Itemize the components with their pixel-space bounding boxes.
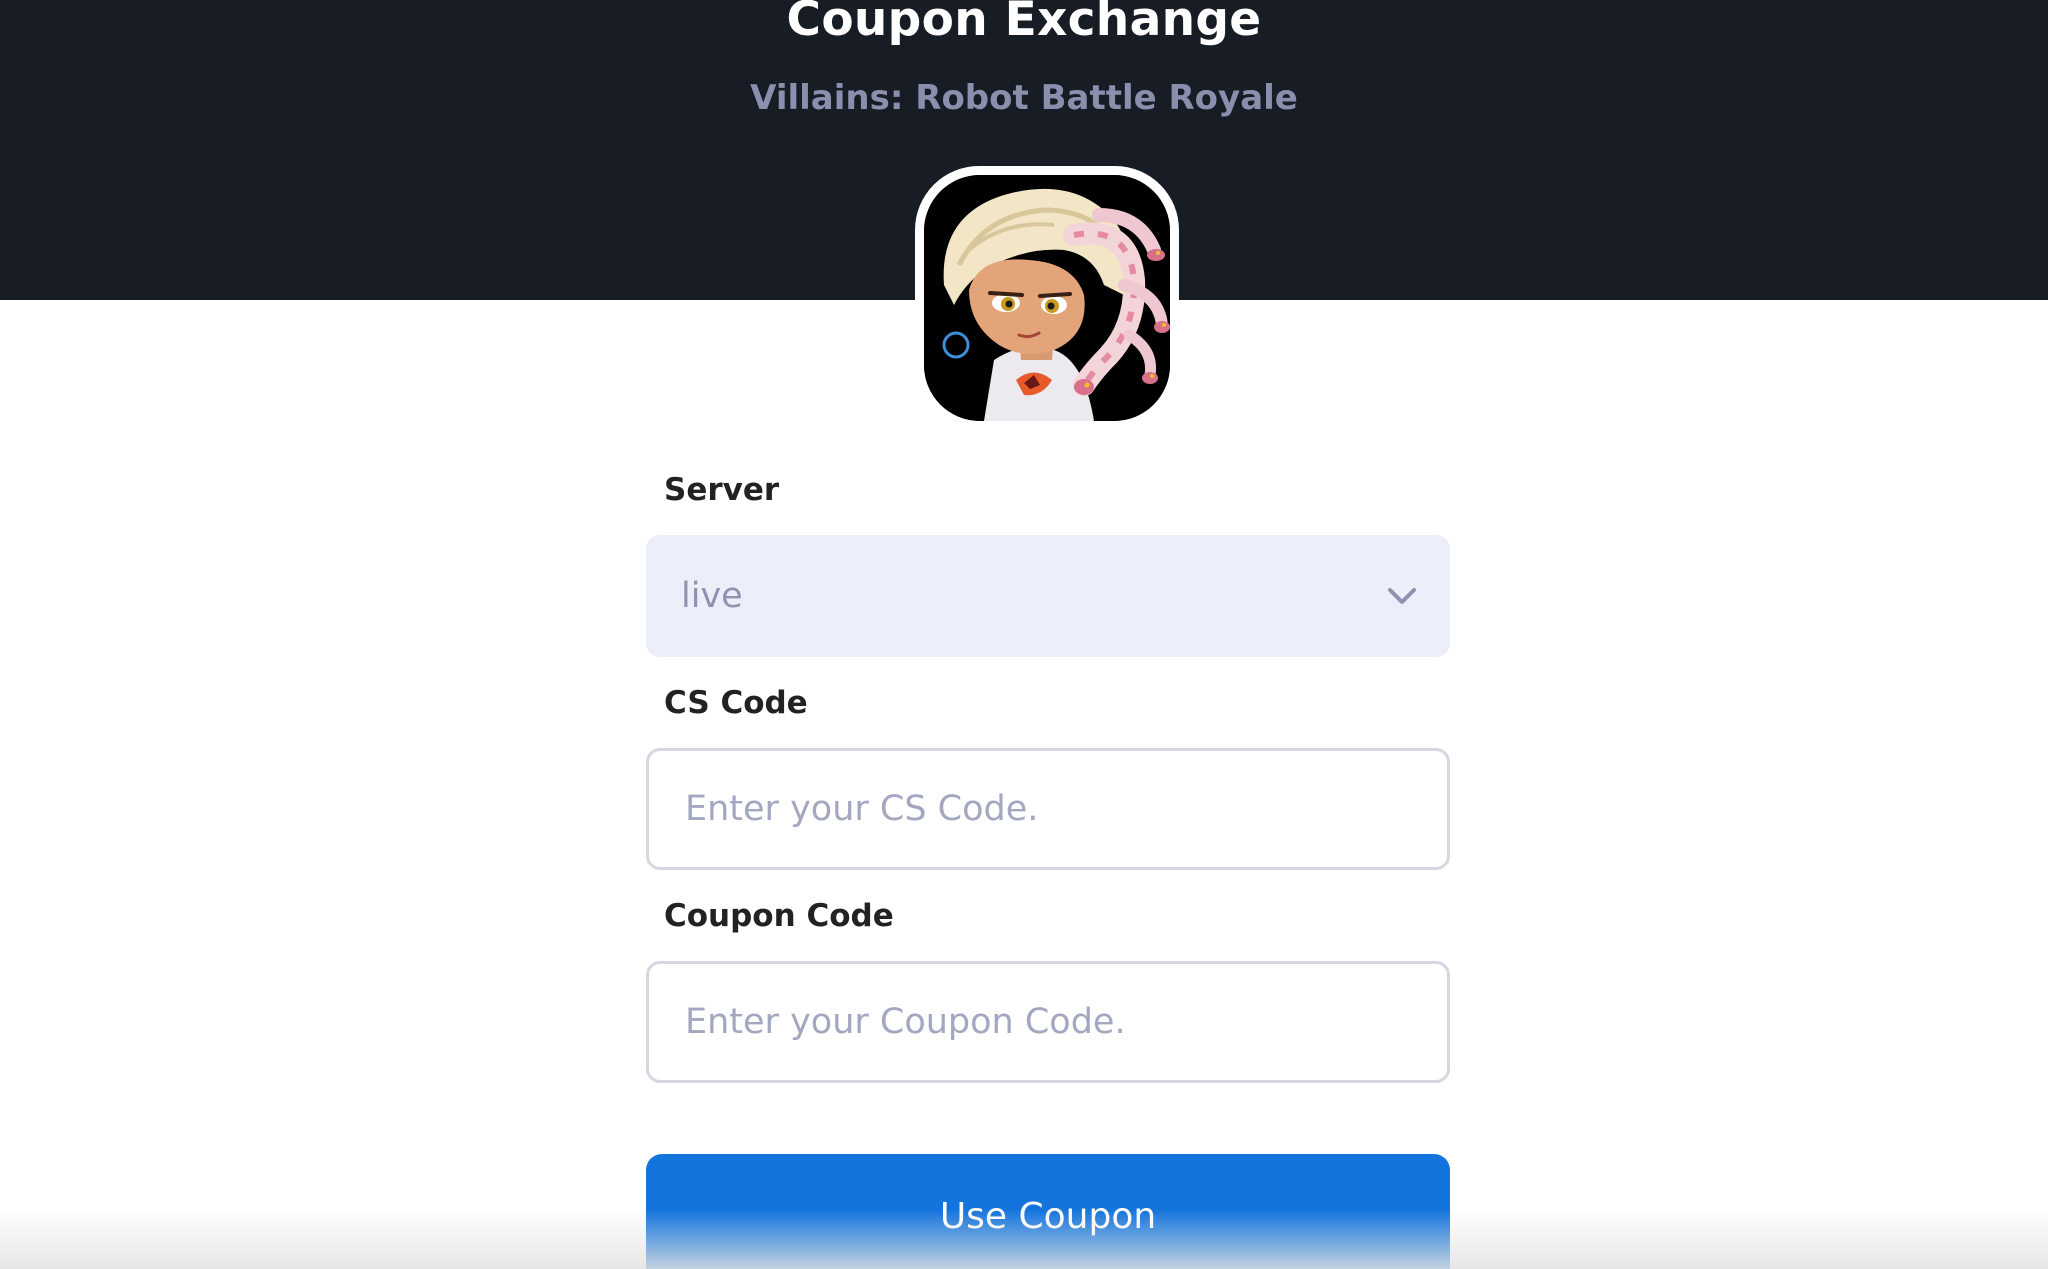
- coupon-code-label: Coupon Code: [664, 898, 894, 934]
- game-avatar-frame: [915, 166, 1179, 430]
- character-illustration: [924, 175, 1170, 421]
- game-title: Villains: Robot Battle Royale: [750, 78, 1298, 118]
- server-selected-value: live: [681, 576, 743, 616]
- chevron-down-icon: [1388, 588, 1416, 604]
- use-coupon-button[interactable]: Use Coupon: [646, 1154, 1450, 1269]
- page-title: Coupon Exchange: [786, 0, 1262, 47]
- server-select[interactable]: live: [646, 535, 1450, 657]
- game-character-avatar: [924, 175, 1170, 421]
- coupon-code-input[interactable]: [646, 961, 1450, 1083]
- server-label: Server: [664, 472, 780, 508]
- cs-code-label: CS Code: [664, 685, 808, 721]
- cs-code-input[interactable]: [646, 748, 1450, 870]
- coupon-exchange-page: Coupon Exchange Villains: Robot Battle R…: [0, 0, 2048, 1269]
